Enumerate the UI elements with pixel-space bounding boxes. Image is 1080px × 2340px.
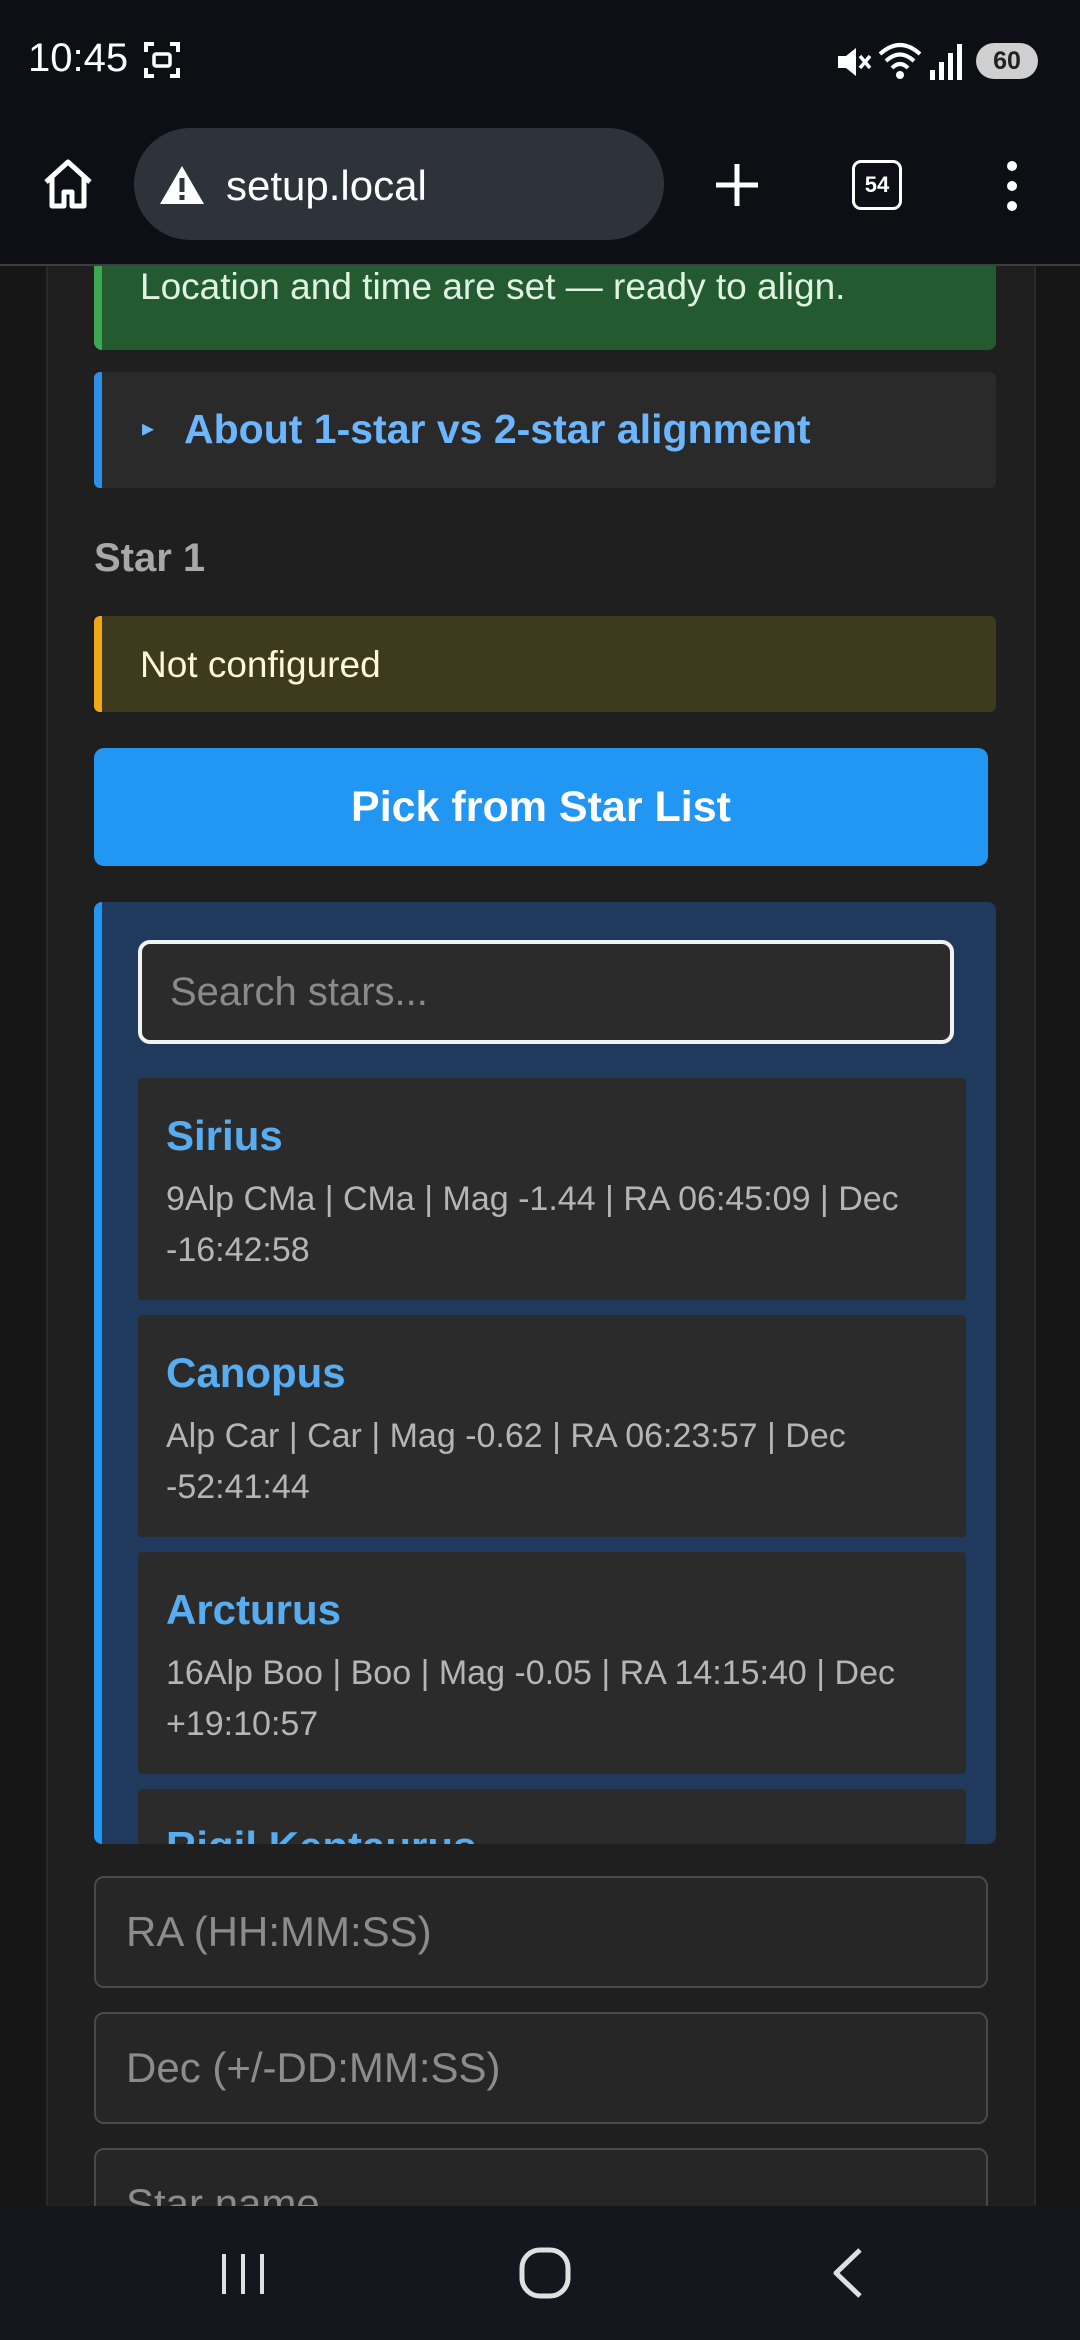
star-details: Alp Car | Car | Mag -0.62 | RA 06:23:57 … [166,1417,846,1506]
signal-icon [930,44,962,80]
alignment-info-label[interactable]: About 1-star vs 2-star alignment [184,406,811,453]
url-text[interactable]: setup.local [226,162,427,210]
expand-arrow-icon: ▸ [142,415,155,442]
star-status-badge: Not configured [94,616,996,712]
star-list-panel: Sirius 9Alp CMa | CMa | Mag -1.44 | RA 0… [94,902,996,1844]
success-message: Location and time are set — ready to ali… [140,266,846,307]
plus-icon[interactable] [712,160,762,210]
wifi-icon [878,43,922,79]
star-list-item[interactable]: Sirius 9Alp CMa | CMa | Mag -1.44 | RA 0… [138,1078,966,1300]
status-time: 10:45 [28,36,129,80]
menu-icon[interactable] [1000,158,1024,214]
star-name: Arcturus [166,1586,342,1633]
star-name: Sirius [166,1112,283,1159]
recents-icon[interactable] [218,2252,268,2296]
tabs-button[interactable]: 54 [852,160,902,210]
star-name-input[interactable] [94,2148,988,2206]
browser-toolbar: setup.local 54 [0,124,1080,266]
screenshot-icon [144,42,180,78]
star-details: 16Alp Boo | Boo | Mag -0.05 | RA 14:15:4… [166,1654,895,1743]
alignment-panel: Location and time are set — ready to ali… [46,266,1036,2206]
pick-from-star-list-button[interactable]: Pick from Star List [94,748,988,866]
warning-icon[interactable] [158,164,206,206]
mute-icon [838,48,872,76]
tabs-icon[interactable]: 54 [852,160,902,210]
section-title: Star 1 [94,536,206,580]
page-content: Location and time are set — ready to ali… [0,266,1080,2206]
home-nav-icon[interactable] [518,2246,572,2300]
status-bar: 10:45 60 [0,0,1080,124]
star-list-item[interactable]: Canopus Alp Car | Car | Mag -0.62 | RA 0… [138,1315,966,1537]
star-status-text: Not configured [140,644,381,685]
battery-indicator: 60 [976,43,1038,79]
url-bar[interactable]: setup.local [134,128,664,240]
back-icon[interactable] [828,2246,868,2300]
star-list-item[interactable]: Arcturus 16Alp Boo | Boo | Mag -0.05 | R… [138,1552,966,1774]
star-name: Canopus [166,1349,346,1396]
success-banner: Location and time are set — ready to ali… [94,266,996,350]
dec-input[interactable] [94,2012,988,2124]
star-search-input[interactable] [138,940,954,1044]
star-list-item[interactable]: Rigil Kentaurus [138,1789,966,1844]
alignment-info-toggle[interactable]: ▸ About 1-star vs 2-star alignment [94,372,996,488]
home-icon[interactable] [40,156,96,212]
star-details: 9Alp CMa | CMa | Mag -1.44 | RA 06:45:09… [166,1180,899,1269]
system-nav-bar [0,2206,1080,2340]
ra-input[interactable] [94,1876,988,1988]
star-name: Rigil Kentaurus [166,1823,476,1844]
